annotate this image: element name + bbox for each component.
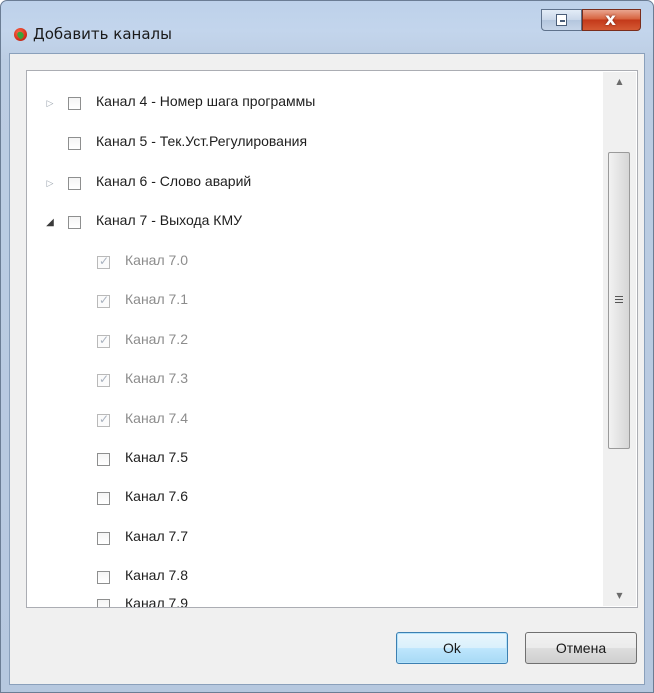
checkbox-channel-7-5[interactable]: [97, 453, 110, 466]
checkbox-channel-7-6[interactable]: [97, 492, 110, 505]
close-icon: x: [605, 10, 616, 30]
checkbox-channel-7-8[interactable]: [97, 571, 110, 584]
scroll-down-icon[interactable]: ▼: [603, 586, 636, 606]
checkbox-channel-7-0: [97, 254, 110, 269]
expand-arrow-icon[interactable]: ▷: [45, 179, 55, 189]
restore-button[interactable]: [541, 9, 582, 31]
tree-item-label: Канал 7.9: [125, 595, 188, 608]
checkbox-channel-7-1: [97, 293, 110, 308]
tree-item-label: Канал 7.3: [125, 370, 188, 386]
tree-item-label: Канал 7 - Выхода КМУ: [96, 212, 243, 228]
tree-item-label: Канал 5 - Тек.Уст.Регулирования: [96, 133, 308, 149]
checkbox-channel-7-3: [97, 372, 110, 387]
checkbox-channel-7-2: [97, 333, 110, 348]
ok-button[interactable]: Ok: [396, 632, 508, 664]
checkbox-channel-7-4: [97, 412, 110, 427]
window-title: Добавить каналы: [33, 25, 172, 43]
checkbox-channel-7-7[interactable]: [97, 532, 110, 545]
close-button[interactable]: x: [582, 9, 641, 31]
tree-item-label: Канал 4 - Номер шага программы: [96, 93, 316, 109]
title-bar[interactable]: Добавить каналы x: [1, 1, 653, 43]
expand-arrow-icon[interactable]: ▷: [45, 99, 55, 109]
tree-item-label: Канал 7.0: [125, 252, 188, 268]
tree-item-label: Канал 7.7: [125, 528, 188, 544]
checkbox-channel-6[interactable]: [68, 177, 81, 190]
checkbox-channel-7-9[interactable]: [97, 599, 110, 607]
checkbox-channel-7[interactable]: [68, 216, 81, 229]
app-logo-icon: [14, 28, 27, 41]
scrollbar-thumb[interactable]: [608, 152, 630, 449]
tree-item-label: Канал 6 - Слово аварий: [96, 173, 252, 189]
vertical-scrollbar[interactable]: ▲ ▼: [603, 72, 636, 606]
restore-icon: [556, 14, 567, 26]
tree-item-label: Канал 7.1: [125, 291, 188, 307]
tree-item-label: Канал 7.5: [125, 449, 188, 465]
tree-item-label: Канал 7.4: [125, 410, 188, 426]
channel-tree[interactable]: ▷ Канал 4 - Номер шага программы Канал 5…: [26, 70, 638, 608]
tree-item-label: Канал 7.6: [125, 488, 188, 504]
grip-icon: [615, 296, 623, 304]
collapse-arrow-icon[interactable]: ◢: [45, 218, 55, 228]
checkbox-channel-4[interactable]: [68, 97, 81, 110]
cancel-button[interactable]: Отмена: [525, 632, 637, 664]
tree-item-label: Канал 7.2: [125, 331, 188, 347]
tree-item-label: Канал 7.8: [125, 567, 188, 583]
scroll-up-icon[interactable]: ▲: [603, 72, 636, 92]
checkbox-channel-5[interactable]: [68, 137, 81, 150]
